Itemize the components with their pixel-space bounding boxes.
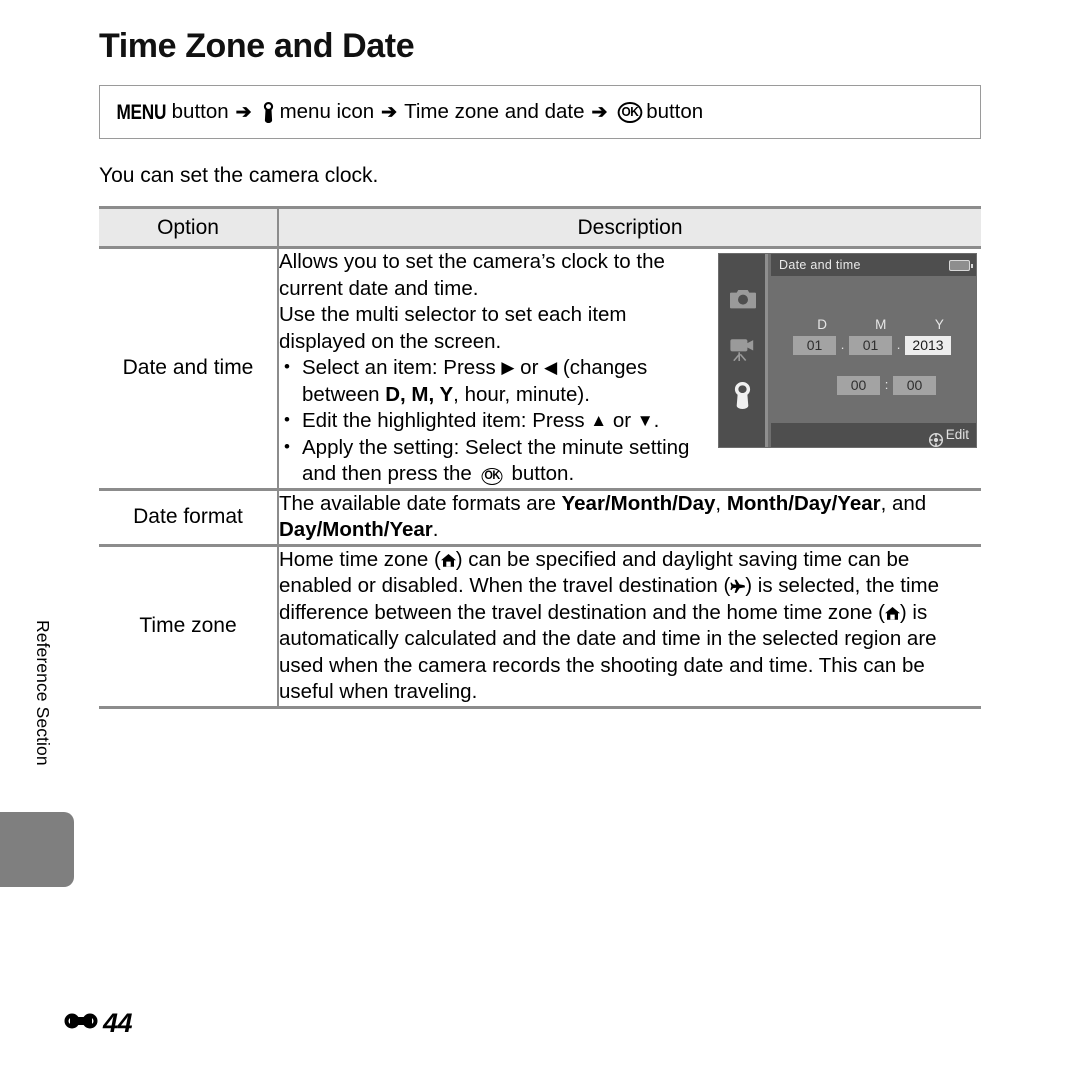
bullet-2-prefix: Edit the highlighted item: Press	[302, 409, 591, 432]
ok-button-icon: OK	[618, 101, 643, 123]
bullet-3-tail: button.	[505, 462, 575, 485]
lcd-edit-label: Edit	[945, 426, 969, 442]
multi-selector-icon	[928, 428, 943, 448]
lcd-menu-sidebar	[719, 254, 768, 447]
home-icon	[440, 549, 456, 567]
bullet-1-mid: or	[514, 356, 545, 379]
description-time-zone: Home time zone () can be specified and d…	[278, 545, 981, 709]
arrow-icon-1: ➔	[235, 101, 252, 123]
lcd-title-bar: Date and time	[771, 254, 976, 276]
date-format-option-dmy: Day/Month/Year	[279, 518, 433, 541]
right-triangle-icon: ▶	[501, 358, 515, 377]
camera-icon	[730, 290, 756, 317]
reference-section-icon	[62, 1009, 102, 1038]
minute-field[interactable]: 00	[893, 375, 936, 395]
hour-field[interactable]: 00	[837, 375, 880, 395]
desc-line-1: Allows you to set the camera’s clock to …	[279, 250, 665, 273]
time-fields: 00 : 00	[837, 372, 936, 399]
month-field[interactable]: 01	[849, 335, 892, 355]
date-format-text-before: The available date formats are	[279, 491, 562, 515]
menu-path: MENU button ➔ menu icon ➔ Time zone and …	[100, 99, 704, 124]
option-date-and-time: Date and time	[99, 247, 279, 491]
page-footer: 44	[62, 1008, 133, 1039]
description-date-and-time: Allows you to set the camera’s clock to …	[278, 247, 981, 491]
date-format-option-ymd: Year/Month/Day	[561, 491, 716, 515]
bullet-1-prefix: Select an item: Press	[302, 356, 502, 379]
home-icon-2	[884, 602, 900, 620]
bullet-2-tail: .	[653, 409, 660, 432]
menu-button-label: button	[171, 99, 229, 123]
bullet-apply-setting: Apply the setting: Select the minute set…	[279, 434, 700, 488]
header-option: Option	[99, 206, 279, 249]
ok-button-label: button	[646, 99, 704, 123]
table-row-date-format: Date format The available date formats a…	[99, 489, 981, 547]
wrench-icon	[261, 101, 276, 123]
lcd-content: D M Y 01 . 01 . 2013 00: 00	[771, 276, 976, 423]
arrow-icon-3: ➔	[591, 101, 608, 123]
date-separator-2: .	[896, 337, 901, 352]
bullet-2-mid: or	[607, 409, 637, 432]
camera-lcd-preview: Date and time D M Y 01 . 01 . 2013 00: …	[718, 253, 977, 448]
year-field[interactable]: 2013	[905, 335, 951, 355]
lcd-title: Date and time	[779, 257, 861, 272]
table-header-row: Option Description	[99, 206, 981, 249]
intro-text: You can set the camera clock.	[99, 164, 379, 187]
lcd-footer: Edit	[771, 423, 976, 448]
page-number: 44	[103, 1008, 133, 1038]
desc-line-3: Use the multi selector to set each item	[279, 303, 627, 326]
header-description: Description	[278, 206, 981, 249]
date-separator-1: .	[840, 337, 845, 352]
option-date-format: Date format	[99, 489, 279, 547]
section-thumb-tab	[0, 812, 74, 887]
date-format-tail: .	[432, 518, 439, 541]
option-time-zone: Time zone	[99, 545, 279, 709]
up-triangle-icon: ▲	[590, 411, 608, 430]
ok-button-icon-inline: OK	[481, 468, 503, 485]
date-fields: 01 . 01 . 2013	[793, 332, 973, 359]
time-zone-seg-1: Home time zone (	[279, 547, 441, 571]
options-table: Option Description Date and time Allows …	[99, 206, 981, 709]
desc-line-4: displayed on the screen.	[279, 329, 502, 353]
date-format-sep-2: , and	[880, 491, 927, 515]
left-triangle-icon: ◀	[544, 358, 558, 377]
movie-camera-icon	[730, 338, 757, 369]
date-format-sep-1: ,	[715, 491, 727, 515]
description-date-format: The available date formats are Year/Mont…	[278, 489, 981, 547]
day-field[interactable]: 01	[793, 335, 836, 355]
manual-page: Reference Section Time Zone and Date MEN…	[0, 0, 1080, 1080]
instruction-bullets: Select an item: Press ▶ or ◀ (changes be…	[279, 354, 700, 488]
menu-item-label: Time zone and date	[404, 99, 585, 123]
menu-path-box: MENU button ➔ menu icon ➔ Time zone and …	[99, 85, 981, 139]
bullet-1-tail: , hour, minute).	[453, 382, 590, 406]
time-separator: :	[884, 377, 889, 392]
date-format-option-mdy: Month/Day/Year	[726, 491, 881, 515]
table-row-date-and-time: Date and time Allows you to set the came…	[99, 247, 981, 491]
battery-icon	[949, 259, 973, 271]
bullet-select-item: Select an item: Press ▶ or ◀ (changes be…	[279, 354, 700, 408]
down-triangle-icon: ▼	[636, 411, 654, 430]
desc-line-2: current date and time.	[279, 276, 479, 300]
reference-section-side-label: Reference Section	[33, 620, 53, 766]
page-title: Time Zone and Date	[99, 27, 415, 65]
menu-icon-label: menu icon	[279, 99, 375, 123]
arrow-icon-2: ➔	[381, 101, 398, 123]
bullet-edit-item: Edit the highlighted item: Press ▲ or ▼.	[279, 407, 700, 435]
table-row-time-zone: Time zone Home time zone () can be speci…	[99, 545, 981, 709]
menu-button-glyph: MENU	[116, 100, 167, 124]
wrench-icon-selected	[733, 382, 752, 417]
airplane-icon	[730, 575, 746, 593]
bullet-1-bold-items: D, M, Y	[385, 382, 454, 406]
